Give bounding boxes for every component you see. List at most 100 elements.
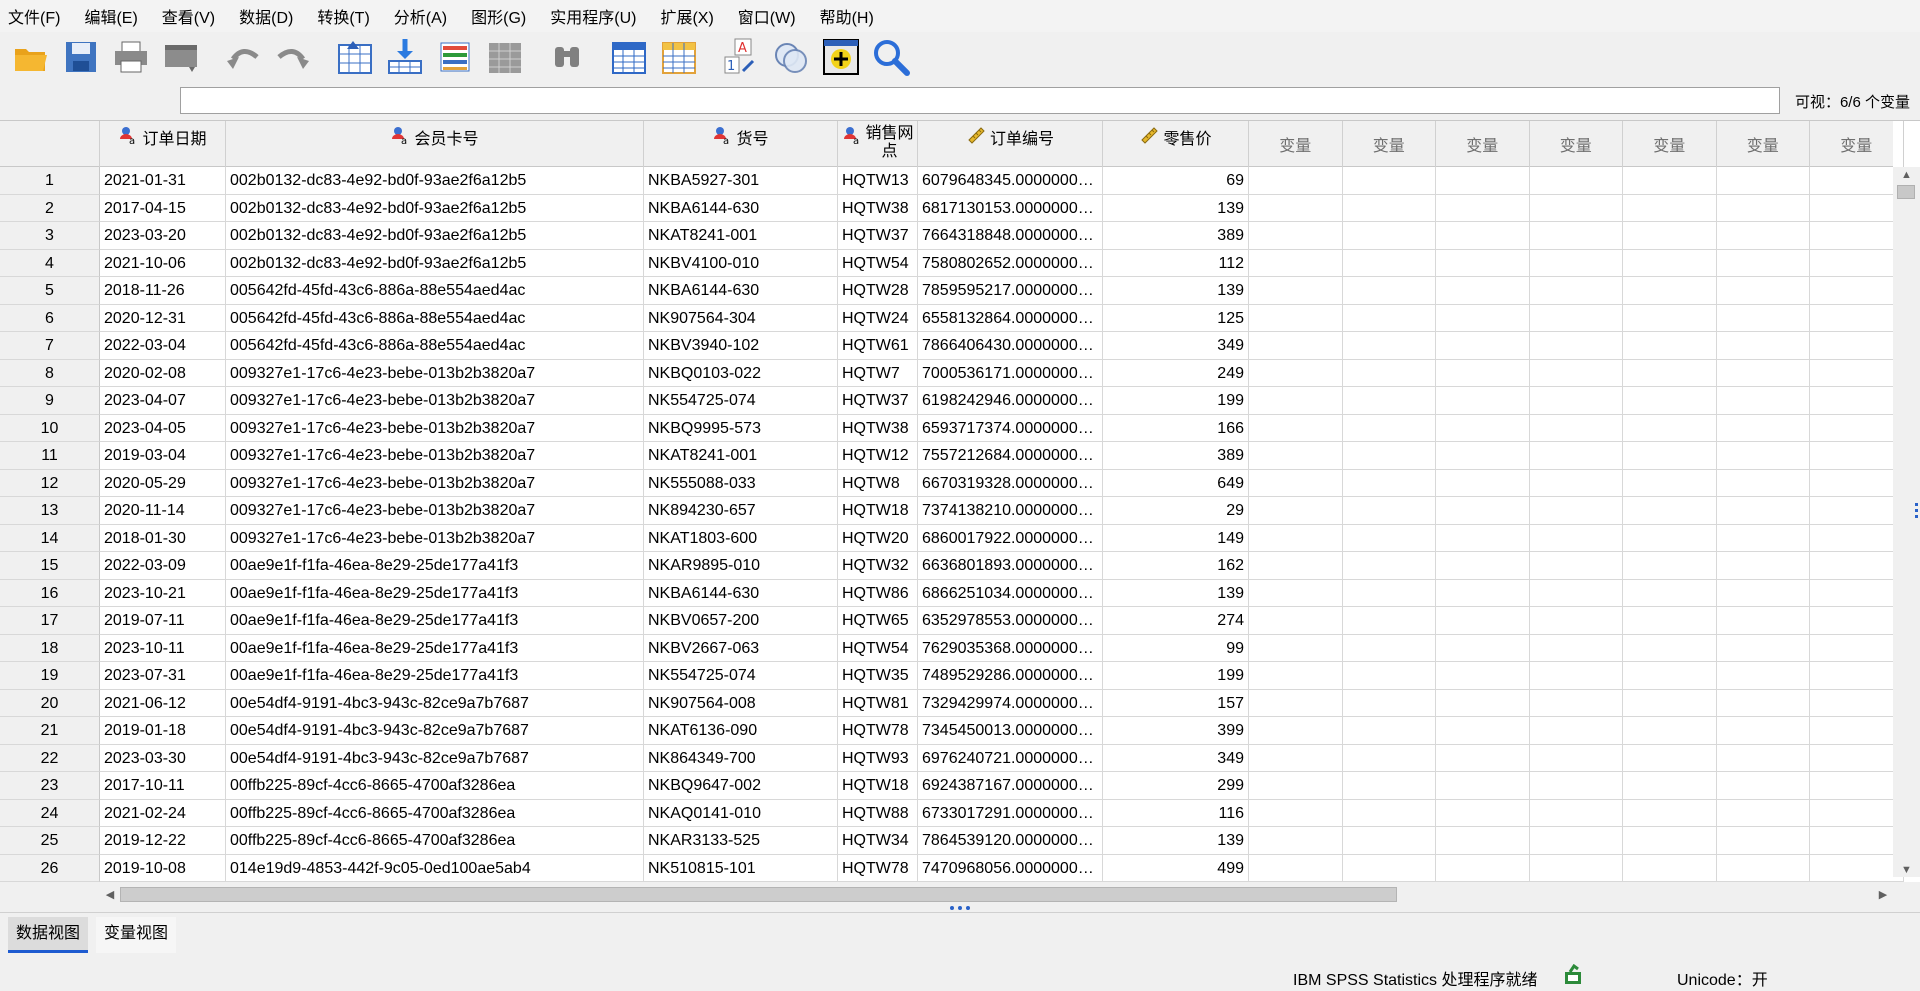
empty-cell[interactable] [1716,277,1810,305]
data-cell[interactable]: 2023-10-21 [100,579,226,607]
empty-cell[interactable] [1249,524,1343,552]
data-cell[interactable]: HQTW12 [838,442,918,470]
data-cell[interactable]: 399 [1103,717,1249,745]
data-cell[interactable]: 2020-02-08 [100,359,226,387]
data-cell[interactable]: 2018-11-26 [100,277,226,305]
data-cell[interactable]: HQTW28 [838,277,918,305]
column-header-sales-outlet[interactable]: a 销售网点 [838,121,918,167]
empty-cell[interactable] [1810,744,1904,772]
data-cell[interactable]: 649 [1103,469,1249,497]
data-cell[interactable]: 6558132864.00000000... [918,304,1103,332]
empty-cell[interactable] [1529,552,1623,580]
empty-cell[interactable] [1436,827,1530,855]
empty-cell[interactable] [1810,662,1904,690]
data-cell[interactable]: 6593717374.00000000... [918,414,1103,442]
empty-cell[interactable] [1436,689,1530,717]
data-cell[interactable]: 005642fd-45fd-43c6-886a-88e554aed4ac [226,277,644,305]
row-number[interactable]: 5 [0,277,100,305]
data-cell[interactable]: NKAT6136-090 [644,717,838,745]
empty-cell[interactable] [1249,359,1343,387]
data-cell[interactable]: 112 [1103,249,1249,277]
data-cell[interactable]: 139 [1103,194,1249,222]
empty-cell[interactable] [1249,304,1343,332]
data-cell[interactable]: 7859595217.00000000... [918,277,1103,305]
empty-variable-column-header[interactable]: 变量 [1436,121,1530,167]
data-cell[interactable]: 009327e1-17c6-4e23-bebe-013b2b3820a7 [226,469,644,497]
empty-cell[interactable] [1342,277,1436,305]
empty-cell[interactable] [1342,524,1436,552]
menu-item[interactable]: 数据(D) [239,4,293,28]
empty-cell[interactable] [1529,277,1623,305]
data-cell[interactable]: NKAQ0141-010 [644,799,838,827]
empty-cell[interactable] [1436,442,1530,470]
data-cell[interactable]: NKAT8241-001 [644,442,838,470]
data-cell[interactable]: 7489529286.00000000... [918,662,1103,690]
data-cell[interactable]: 009327e1-17c6-4e23-bebe-013b2b3820a7 [226,387,644,415]
data-cell[interactable]: 6924387167.00000000... [918,772,1103,800]
menu-item[interactable]: 转换(T) [317,4,369,28]
data-cell[interactable]: 7629035368.00000000... [918,634,1103,662]
empty-cell[interactable] [1249,167,1343,195]
empty-cell[interactable] [1623,277,1717,305]
horizontal-scroll-thumb[interactable] [120,887,1397,902]
data-cell[interactable]: 99 [1103,634,1249,662]
empty-cell[interactable] [1436,717,1530,745]
data-cell[interactable]: HQTW35 [838,662,918,690]
data-cell[interactable]: 2021-06-12 [100,689,226,717]
empty-cell[interactable] [1436,772,1530,800]
data-cell[interactable]: HQTW65 [838,607,918,635]
empty-cell[interactable] [1810,827,1904,855]
empty-cell[interactable] [1342,799,1436,827]
empty-cell[interactable] [1716,497,1810,525]
data-cell[interactable]: HQTW8 [838,469,918,497]
vertical-scrollbar[interactable]: ▲ ▼ [1893,167,1920,877]
empty-cell[interactable] [1249,854,1343,882]
empty-cell[interactable] [1623,359,1717,387]
empty-cell[interactable] [1810,249,1904,277]
data-cell[interactable]: HQTW37 [838,387,918,415]
empty-variable-column-header[interactable]: 变量 [1623,121,1717,167]
empty-cell[interactable] [1810,579,1904,607]
data-cell[interactable]: HQTW7 [838,359,918,387]
empty-cell[interactable] [1342,222,1436,250]
data-cell[interactable]: 6352978553.00000000... [918,607,1103,635]
empty-cell[interactable] [1810,277,1904,305]
empty-cell[interactable] [1529,827,1623,855]
data-cell[interactable]: NKBA6144-630 [644,579,838,607]
empty-cell[interactable] [1436,634,1530,662]
column-header-order-number[interactable]: 订单编号 [918,121,1103,167]
empty-cell[interactable] [1529,167,1623,195]
tab-data-view[interactable]: 数据视图 [8,917,89,953]
open-folder-icon[interactable] [8,34,54,80]
empty-cell[interactable] [1623,442,1717,470]
row-number[interactable]: 3 [0,222,100,250]
empty-cell[interactable] [1249,579,1343,607]
empty-cell[interactable] [1623,469,1717,497]
data-cell[interactable]: 00e54df4-9191-4bc3-943c-82ce9a7b7687 [226,689,644,717]
data-cell[interactable]: 149 [1103,524,1249,552]
empty-cell[interactable] [1436,469,1530,497]
data-cell[interactable]: NKBQ0103-022 [644,359,838,387]
empty-cell[interactable] [1436,414,1530,442]
data-cell[interactable]: 6976240721.00000000... [918,744,1103,772]
empty-cell[interactable] [1249,662,1343,690]
empty-cell[interactable] [1342,717,1436,745]
data-cell[interactable]: 2023-07-31 [100,662,226,690]
data-cell[interactable]: HQTW88 [838,799,918,827]
column-header-member-card[interactable]: a 会员卡号 [226,121,644,167]
data-cell[interactable]: 166 [1103,414,1249,442]
empty-cell[interactable] [1529,854,1623,882]
data-cell[interactable]: 00e54df4-9191-4bc3-943c-82ce9a7b7687 [226,717,644,745]
data-cell[interactable]: 6817130153.00000000... [918,194,1103,222]
scroll-down-icon[interactable]: ▼ [1899,862,1914,877]
row-number[interactable]: 10 [0,414,100,442]
empty-cell[interactable] [1716,854,1810,882]
empty-cell[interactable] [1529,304,1623,332]
menu-item[interactable]: 图形(G) [471,4,526,28]
data-cell[interactable]: 69 [1103,167,1249,195]
data-cell[interactable]: NKBV4100-010 [644,249,838,277]
data-cell[interactable]: 7864539120.00000000... [918,827,1103,855]
empty-cell[interactable] [1716,167,1810,195]
data-cell[interactable]: 002b0132-dc83-4e92-bd0f-93ae2f6a12b5 [226,167,644,195]
empty-cell[interactable] [1436,194,1530,222]
